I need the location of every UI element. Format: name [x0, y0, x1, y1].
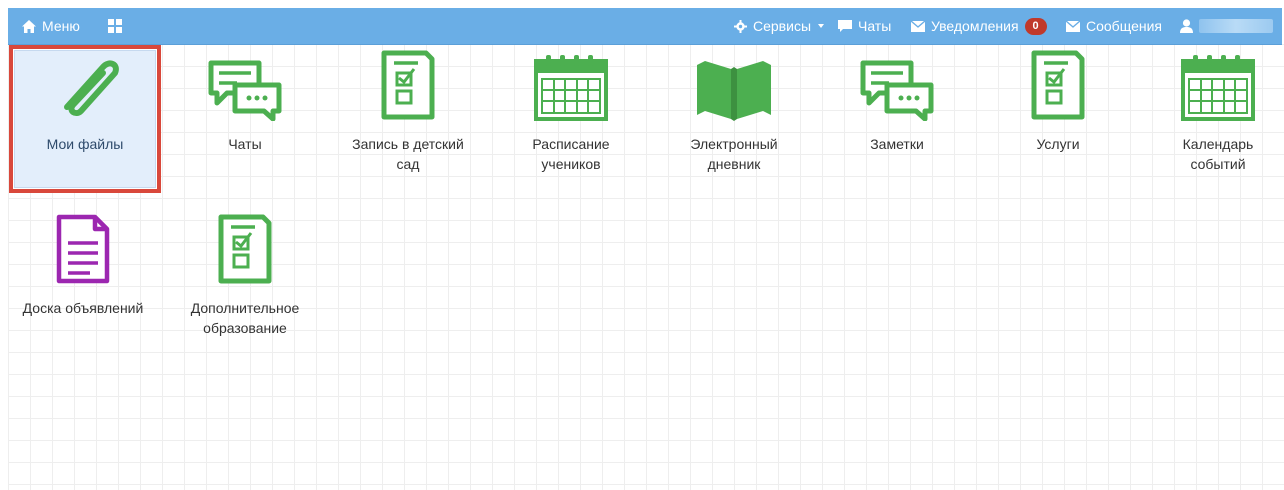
- tile-icon-wrap: [983, 50, 1133, 126]
- notifications-link[interactable]: Уведомления 0: [911, 8, 1047, 44]
- tile-icon-wrap: [659, 50, 809, 126]
- tile-label-line2: сад: [396, 156, 420, 172]
- tile-label: Заметки: [822, 134, 972, 154]
- tile-kindergarten-enrollment[interactable]: Запись в детский сад: [333, 50, 483, 174]
- messages-link[interactable]: Сообщения: [1066, 8, 1162, 44]
- tile-label-line1: Доска объявлений: [22, 300, 144, 316]
- home-icon: [22, 19, 36, 33]
- paperclip-icon: [45, 51, 125, 126]
- grid-icon: [108, 19, 122, 33]
- chat-bubbles-icon: [207, 59, 283, 126]
- user-icon: [1180, 19, 1193, 33]
- tile-label-line1: Услуги: [1036, 136, 1080, 152]
- chats-link[interactable]: Чаты: [838, 8, 891, 44]
- tile-icon-wrap: [496, 50, 646, 126]
- tile-my-files[interactable]: Мои файлы: [10, 50, 160, 154]
- services-dropdown[interactable]: Сервисы: [734, 8, 825, 44]
- checklist-document-icon: [1030, 49, 1086, 126]
- menu-label: Меню: [42, 18, 80, 34]
- checklist-document-icon: [380, 49, 436, 126]
- calendar-icon: [1181, 53, 1255, 126]
- tile-bulletin-board[interactable]: Доска объявлений: [8, 214, 158, 318]
- tile-label-line1: Чаты: [228, 136, 262, 152]
- tile-label: Чаты: [170, 134, 320, 154]
- tile-icon-wrap: [822, 50, 972, 126]
- tile-events-calendar[interactable]: Календарь событий: [1143, 50, 1284, 174]
- notifications-count-badge: 0: [1024, 17, 1047, 35]
- tile-services[interactable]: Услуги: [983, 50, 1133, 154]
- tile-label-line1: Электронный: [690, 136, 778, 152]
- tile-label: Доска объявлений: [8, 298, 158, 318]
- tile-icon-wrap: [8, 214, 158, 290]
- tile-label-line2: учеников: [541, 156, 601, 172]
- tile-additional-education[interactable]: Дополнительное образование: [170, 214, 320, 338]
- envelope-icon: [1066, 20, 1080, 32]
- tile-label-line1: Мои файлы: [46, 136, 124, 152]
- tile-label-line2: событий: [1190, 156, 1246, 172]
- document-lines-icon: [55, 213, 111, 290]
- tile-chats[interactable]: Чаты: [170, 50, 320, 154]
- menu-button[interactable]: Меню: [22, 8, 80, 44]
- checklist-document-icon: [217, 213, 273, 290]
- tile-icon-wrap: [170, 50, 320, 126]
- tile-icon-wrap: [1143, 50, 1284, 126]
- tile-notes[interactable]: Заметки: [822, 50, 972, 154]
- tile-label-line1: Заметки: [870, 136, 924, 152]
- tile-label: Мои файлы: [10, 134, 160, 154]
- tile-icon-wrap: [170, 214, 320, 290]
- open-book-icon: [695, 59, 773, 126]
- chat-bubbles-icon: [859, 59, 935, 126]
- chats-label: Чаты: [858, 18, 892, 34]
- tile-student-schedule[interactable]: Расписание учеников: [496, 50, 646, 174]
- comment-icon: [838, 19, 852, 33]
- tile-label-line1: Дополнительное: [190, 300, 300, 316]
- calendar-icon: [534, 53, 608, 126]
- user-name-redacted: [1199, 19, 1273, 33]
- tile-label: Календарь событий: [1143, 134, 1284, 174]
- tile-icon-wrap: [10, 50, 160, 126]
- tile-label: Услуги: [983, 134, 1133, 154]
- tile-label-line2: дневник: [707, 156, 761, 172]
- page: Меню Сервисы Чаты Уведомления 0 Сообщени…: [0, 0, 1284, 490]
- tile-label-line1: Расписание: [532, 136, 610, 152]
- apps-grid-button[interactable]: [108, 8, 122, 44]
- tile-label: Расписание учеников: [496, 134, 646, 174]
- tile-label-line1: Календарь: [1182, 136, 1254, 152]
- tile-label-line2: образование: [203, 320, 287, 336]
- top-navbar: Меню Сервисы Чаты Уведомления 0 Сообщени…: [8, 8, 1282, 45]
- user-menu[interactable]: [1180, 8, 1273, 44]
- tile-label-line1: Запись в детский: [352, 136, 464, 152]
- gear-icon: [734, 19, 747, 33]
- tile-label: Электронный дневник: [659, 134, 809, 174]
- tile-electronic-diary[interactable]: Электронный дневник: [659, 50, 809, 174]
- envelope-icon: [911, 20, 925, 32]
- messages-label: Сообщения: [1086, 18, 1162, 34]
- services-label: Сервисы: [753, 18, 812, 34]
- tile-label: Дополнительное образование: [170, 298, 320, 338]
- tile-label: Запись в детский сад: [333, 134, 483, 174]
- tile-icon-wrap: [333, 50, 483, 126]
- chevron-down-icon: [818, 24, 825, 28]
- notifications-label: Уведомления: [931, 18, 1019, 34]
